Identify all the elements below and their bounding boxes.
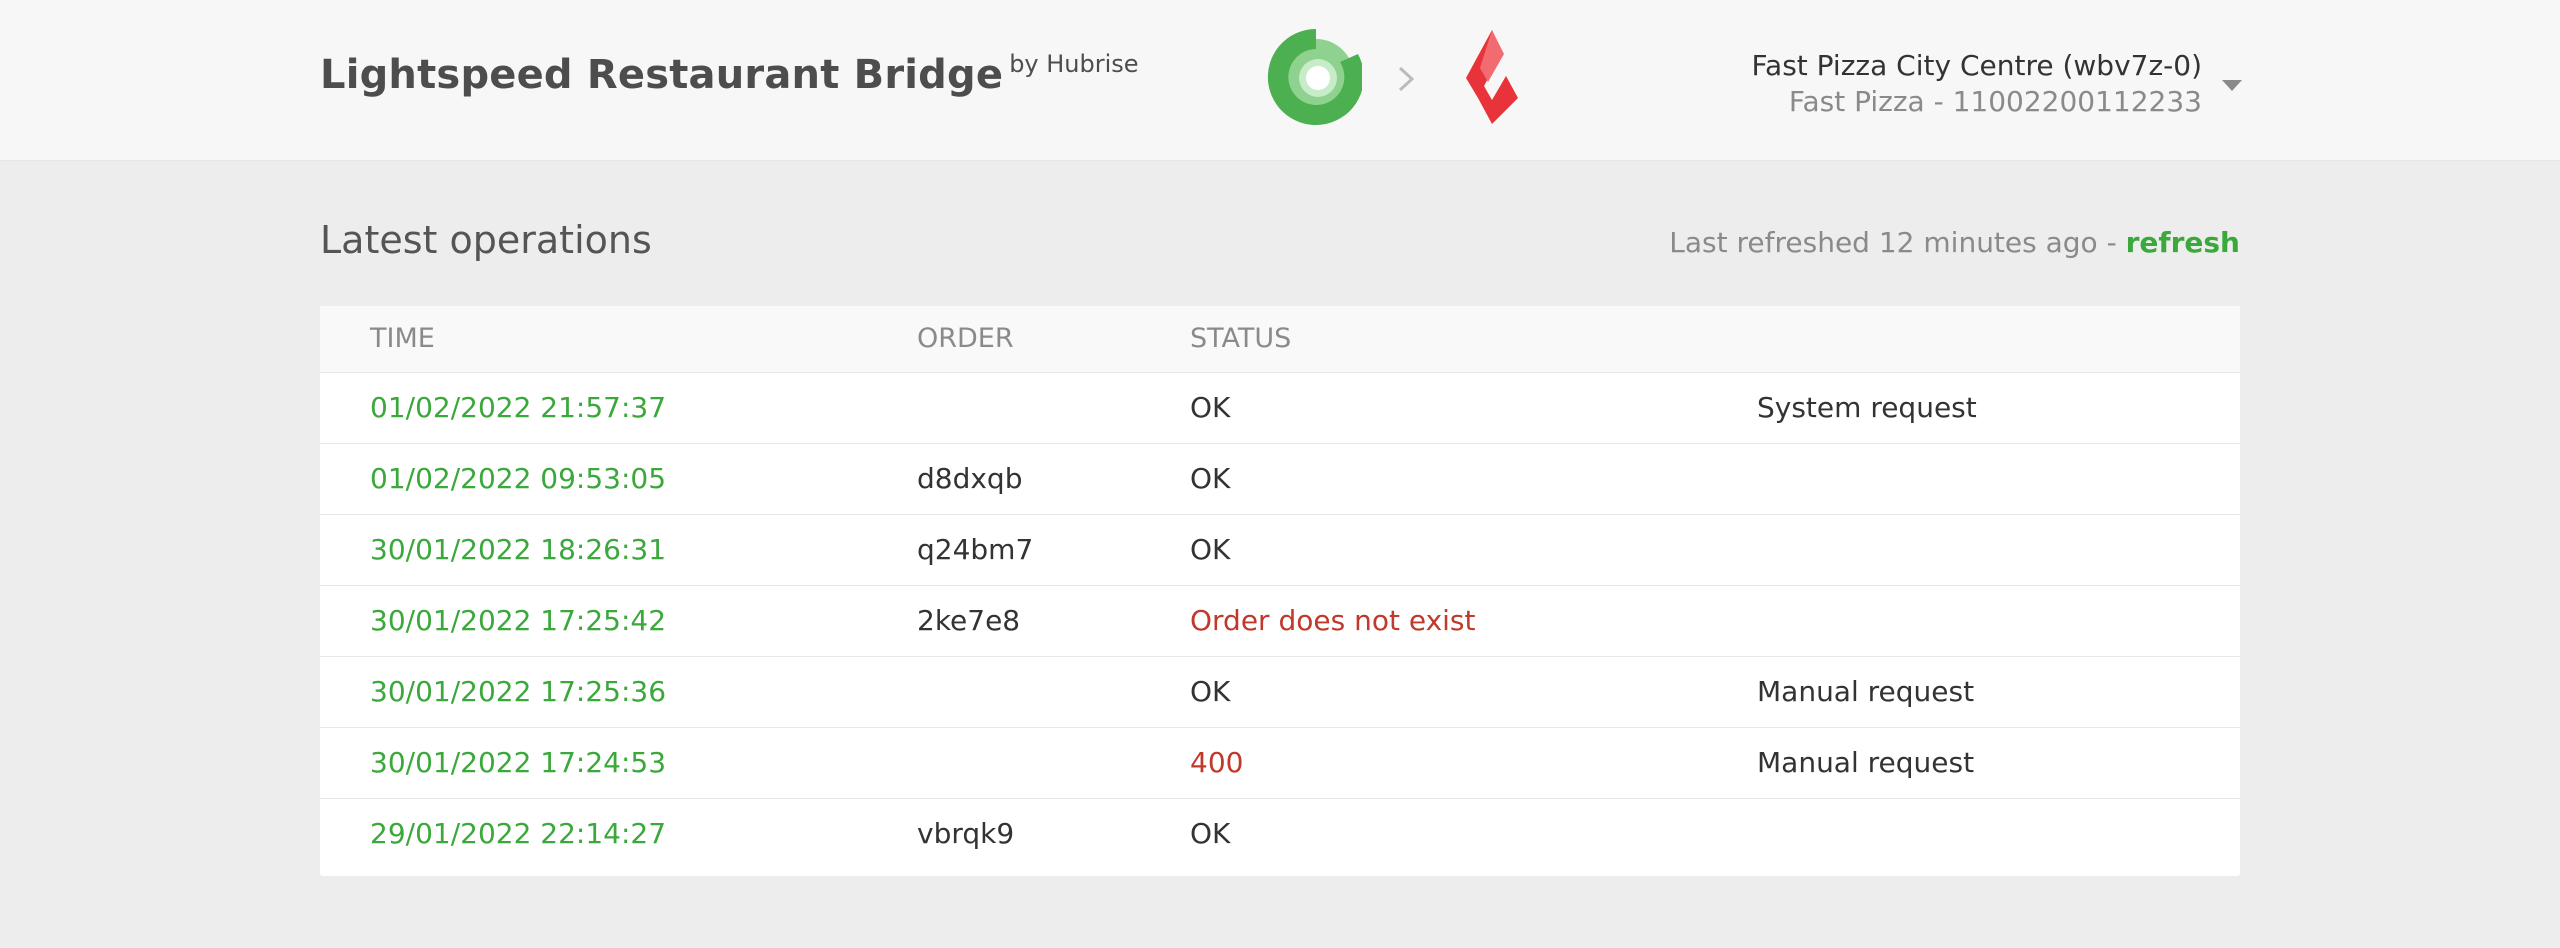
hubrise-logo-icon xyxy=(1267,28,1362,125)
caret-down-icon[interactable] xyxy=(2222,80,2242,91)
table-header-row: TIME ORDER STATUS xyxy=(320,306,2240,373)
table-row[interactable]: 01/02/2022 09:53:05 d8dxqb OK xyxy=(320,443,2240,514)
time-cell[interactable]: 30/01/2022 18:26:31 xyxy=(320,514,917,585)
note-cell xyxy=(1757,514,2240,585)
table-row[interactable]: 30/01/2022 17:25:42 2ke7e8 Order does not … xyxy=(320,585,2240,656)
note-cell xyxy=(1757,798,2240,869)
table-row[interactable]: 29/01/2022 22:14:27 vbrqk9 OK xyxy=(320,798,2240,869)
column-header-status: STATUS xyxy=(1190,306,1757,373)
order-cell: 2ke7e8 xyxy=(917,604,1021,637)
order-cell xyxy=(917,727,1190,798)
table-row[interactable]: 30/01/2022 18:26:31 q24bm7 OK xyxy=(320,514,2240,585)
order-cell: d8dxqb xyxy=(917,462,1023,495)
time-cell[interactable]: 30/01/2022 17:25:36 xyxy=(320,656,917,727)
table-row[interactable]: 01/02/2022 21:57:37 OK System request xyxy=(320,372,2240,443)
status-cell: OK xyxy=(1190,675,1231,708)
status-cell: OK xyxy=(1190,462,1231,495)
status-cell: OK xyxy=(1190,817,1231,851)
section-title: Latest operations xyxy=(320,218,652,262)
note-cell: Manual request xyxy=(1757,675,1975,708)
column-header-order: ORDER xyxy=(917,306,1190,373)
table-row[interactable]: 30/01/2022 17:25:36 OK Manual request xyxy=(320,656,2240,727)
status-cell: Order does not exist xyxy=(1190,604,1476,637)
order-cell: vbrqk9 xyxy=(917,817,1015,851)
operations-table: TIME ORDER STATUS 01/02/2022 21:57:37 OK S… xyxy=(320,306,2240,876)
status-cell: 400 xyxy=(1190,746,1244,779)
chevron-right-icon xyxy=(1398,66,1415,92)
account-location: Fast Pizza - 11002200112233 xyxy=(1788,85,2202,118)
time-cell[interactable]: 01/02/2022 21:57:37 xyxy=(320,372,917,443)
refresh-status-text: Last refreshed 12 minutes ago - xyxy=(1669,226,2126,259)
time-cell[interactable]: 01/02/2022 09:53:05 xyxy=(320,443,917,514)
table-row[interactable]: 30/01/2022 17:24:53 400 Manual request xyxy=(320,727,2240,798)
time-cell[interactable]: 30/01/2022 17:24:53 xyxy=(320,727,917,798)
brand: Lightspeed Restaurant Bridge by Hubrise xyxy=(320,50,1139,98)
column-header-time: TIME xyxy=(320,306,917,373)
integration-logos xyxy=(1262,24,1532,134)
note-cell xyxy=(1757,443,2240,514)
refresh-status: Last refreshed 12 minutes ago - refresh xyxy=(1669,226,2240,259)
order-cell xyxy=(917,656,1190,727)
lightspeed-logo-icon xyxy=(1466,30,1518,124)
status-cell: OK xyxy=(1190,533,1231,566)
column-header-note xyxy=(1757,306,2240,373)
account-selector[interactable]: Fast Pizza City Centre (wbv7z-0) Fast Pi… xyxy=(1752,48,2203,120)
time-cell[interactable]: 30/01/2022 17:25:42 xyxy=(320,585,917,656)
order-cell: q24bm7 xyxy=(917,533,1034,566)
app-header: Lightspeed Restaurant Bridge by Hubrise F… xyxy=(0,0,2560,161)
order-cell xyxy=(917,372,1190,443)
time-cell[interactable]: 29/01/2022 22:14:27 xyxy=(320,798,917,869)
note-cell: System request xyxy=(1757,391,1977,424)
refresh-link[interactable]: refresh xyxy=(2126,226,2240,259)
app-byline: by Hubrise xyxy=(1009,50,1139,78)
note-cell: Manual request xyxy=(1757,746,1975,779)
note-cell xyxy=(1757,585,2240,656)
status-cell: OK xyxy=(1190,391,1231,424)
account-name: Fast Pizza City Centre (wbv7z-0) xyxy=(1751,49,2203,82)
app-title: Lightspeed Restaurant Bridge xyxy=(320,52,1004,98)
